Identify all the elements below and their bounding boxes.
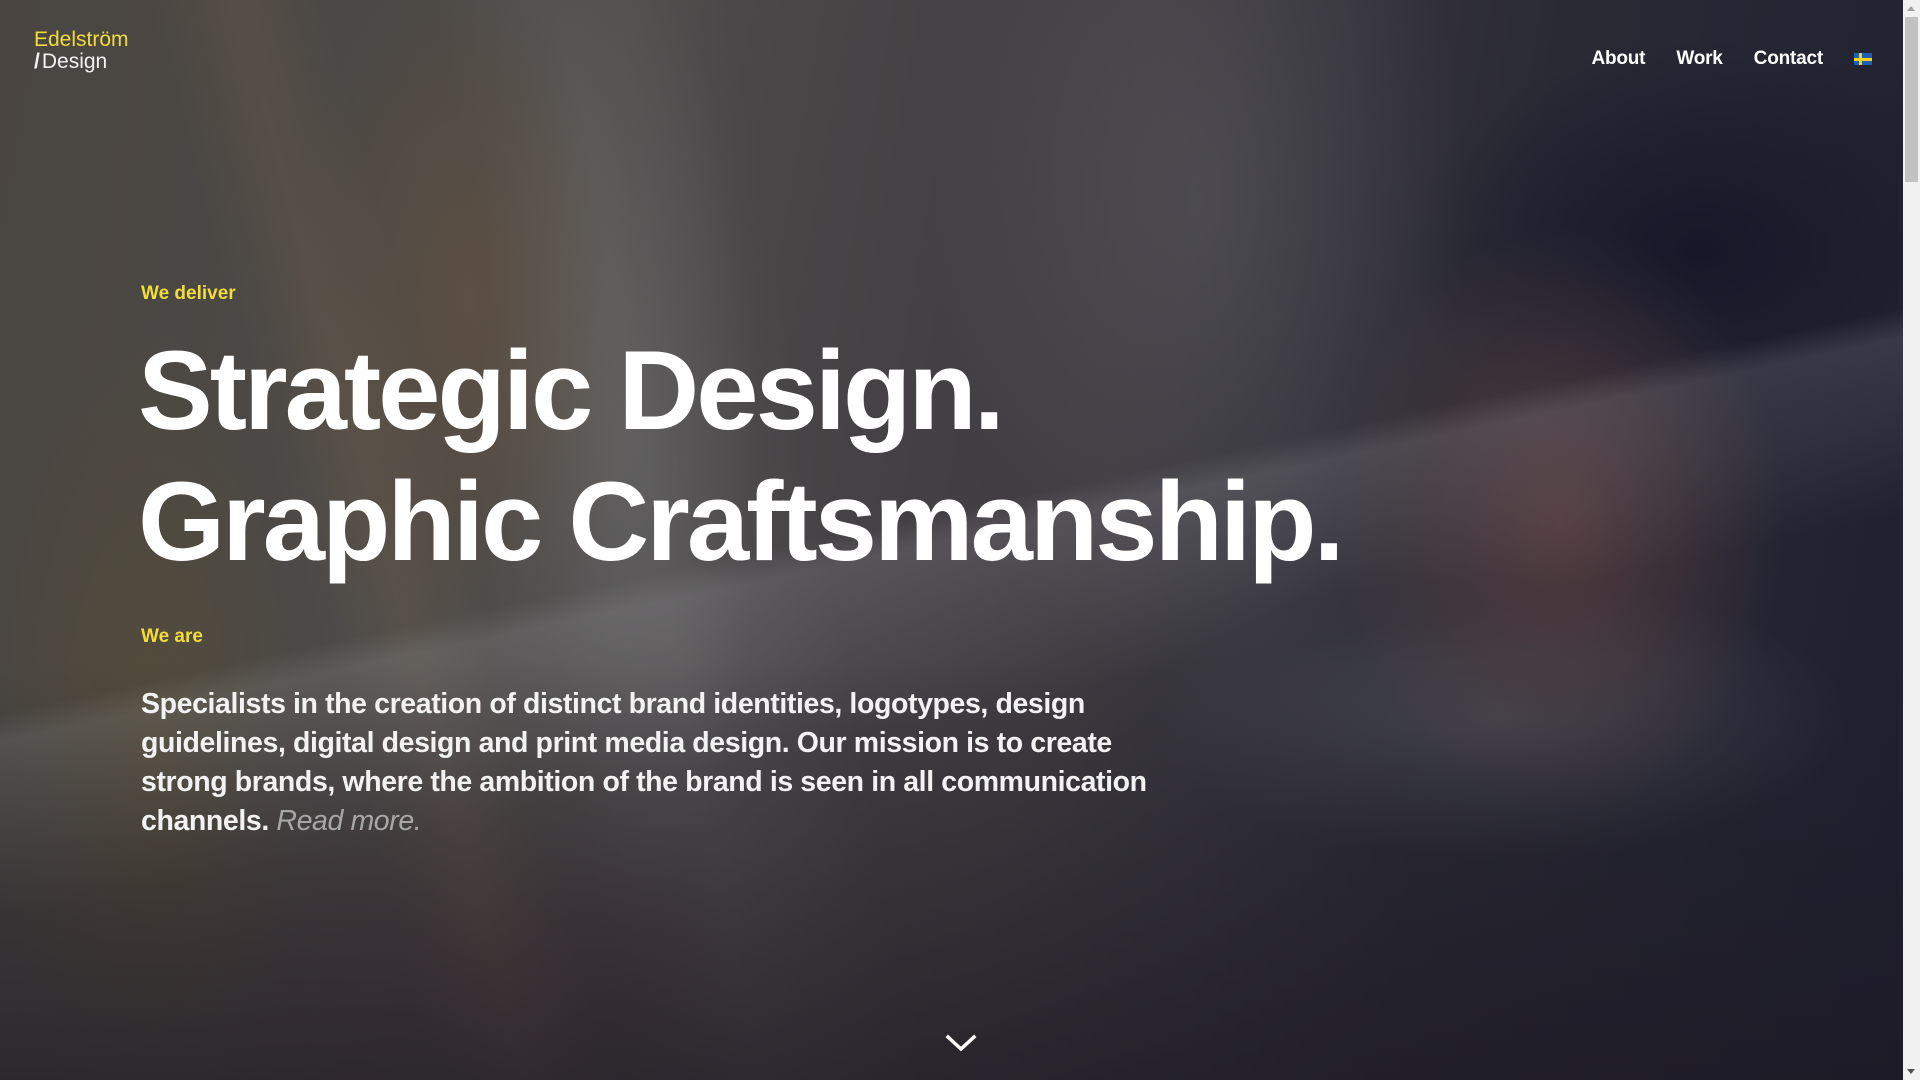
eyebrow-we-are: We are [141,626,203,647]
swedish-flag-icon[interactable] [1854,53,1872,65]
page-scrollbar[interactable] [1903,0,1920,1080]
brand-logo[interactable]: Edelström /Design [34,29,129,73]
read-more-link[interactable]: Read more. [276,805,421,837]
nav-link-about[interactable]: About [1591,48,1645,70]
hero-description: Specialists in the creation of distinct … [141,685,1201,841]
eyebrow-we-deliver: We deliver [141,283,236,304]
logo-line-2: /Design [34,51,129,73]
headline-line-2: Graphic Craftsmanship. [138,459,1345,584]
headline-line-1: Strategic Design. [138,328,1005,453]
logo-line-1: Edelström [34,28,129,51]
hero-headline: Strategic Design. Graphic Craftsmanship. [138,325,1345,587]
main-nav: About Work Contact [1560,48,1872,70]
logo-slash: / [34,50,40,73]
nav-link-work[interactable]: Work [1676,48,1723,70]
scroll-up-arrow-icon[interactable] [1907,6,1915,11]
nav-link-contact[interactable]: Contact [1754,48,1824,70]
scroll-down-arrow-icon[interactable] [1907,1069,1915,1074]
chevron-down-icon[interactable] [945,1032,977,1054]
logo-design-word: Design [41,50,108,73]
scrollbar-thumb[interactable] [1905,17,1918,182]
